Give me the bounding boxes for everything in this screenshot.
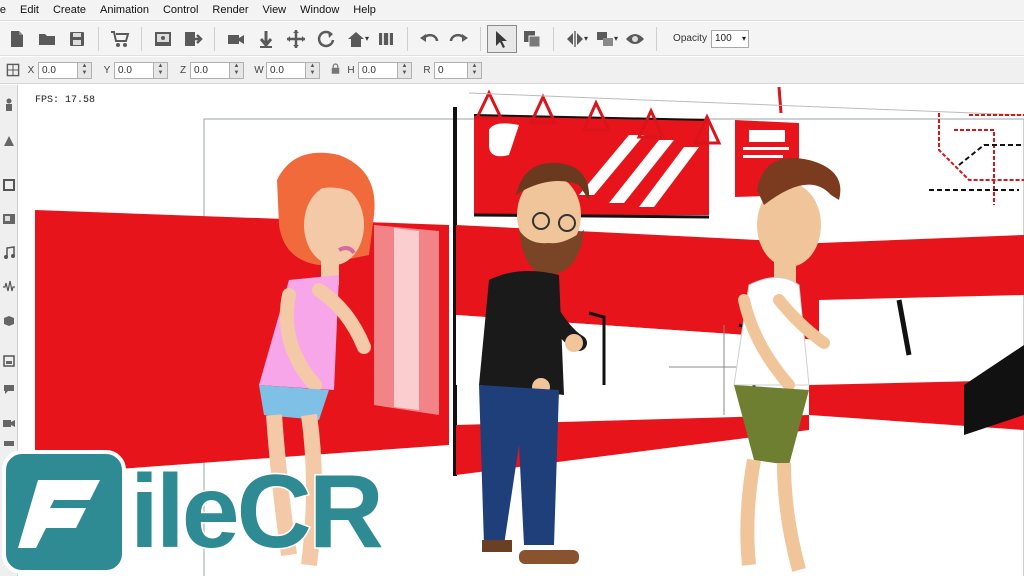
x-input[interactable]: 0.0: [38, 61, 78, 79]
field-x: X 0.0 ▲ ▼: [24, 61, 92, 79]
z-input[interactable]: 0.0: [190, 61, 230, 79]
character-icon[interactable]: [1, 97, 17, 113]
z-stepper[interactable]: ▲ ▼: [230, 61, 244, 79]
y-stepper[interactable]: ▲ ▼: [154, 61, 168, 79]
field-h-label: H: [347, 64, 355, 76]
chevron-down-icon[interactable]: ▾: [365, 34, 369, 43]
watermark-text: ileCR: [129, 454, 386, 570]
export-icon[interactable]: [178, 25, 208, 53]
field-r-label: R: [423, 64, 431, 76]
w-stepper[interactable]: ▲ ▼: [306, 61, 320, 79]
cart-icon[interactable]: [105, 25, 135, 53]
film-icon[interactable]: [371, 25, 401, 53]
field-x-label: X: [27, 64, 35, 76]
h-stepper[interactable]: ▲ ▼: [398, 61, 412, 79]
undo-icon[interactable]: [414, 25, 444, 53]
transform-bar: X 0.0 ▲ ▼ Y 0.0 ▲ ▼ Z 0.0 ▲ ▼ W 0.0 ▲ ▼ H 0.…: [0, 57, 1024, 84]
menu-bar: ile Edit Create Animation Control Render…: [0, 0, 1024, 21]
music-icon[interactable]: [1, 245, 17, 261]
h-input[interactable]: 0.0: [358, 61, 398, 79]
new-file-icon[interactable]: [2, 25, 32, 53]
camera-icon[interactable]: [221, 25, 251, 53]
y-input[interactable]: 0.0: [114, 61, 154, 79]
toolbar-separator: [407, 26, 409, 51]
field-z-label: Z: [179, 64, 187, 76]
field-y-label: Y: [103, 64, 111, 76]
eye-icon[interactable]: [620, 25, 650, 53]
menu-edit[interactable]: Edit: [13, 4, 46, 16]
menu-animation[interactable]: Animation: [93, 4, 156, 16]
grid-icon[interactable]: [2, 60, 24, 80]
menu-create[interactable]: Create: [46, 4, 93, 16]
scene-icon[interactable]: [148, 25, 178, 53]
menu-window[interactable]: Window: [293, 4, 346, 16]
move-down-icon[interactable]: [251, 25, 281, 53]
menu-file[interactable]: ile: [0, 4, 13, 16]
prop-icon[interactable]: [1, 133, 17, 149]
background-icon[interactable]: [1, 177, 17, 193]
bubble-icon[interactable]: [1, 381, 17, 397]
chevron-down-icon[interactable]: ▾: [614, 34, 618, 43]
effect-icon[interactable]: [1, 313, 17, 329]
field-w: W 0.0 ▲ ▼: [252, 61, 320, 79]
main-toolbar: ▾ ▾ ▾ Opacity 100 ▾: [0, 22, 1024, 56]
fps-counter: FPS: 17.58: [35, 95, 96, 106]
toolbar-separator: [141, 26, 142, 51]
opacity-select[interactable]: 100 ▾: [710, 29, 749, 48]
x-stepper[interactable]: ▲ ▼: [78, 61, 92, 79]
menu-control[interactable]: Control: [156, 4, 205, 16]
redo-icon[interactable]: [444, 25, 474, 53]
toolbar-separator: [98, 26, 99, 51]
field-w-label: W: [254, 64, 264, 76]
toolbar-separator: [656, 26, 658, 51]
move-icon[interactable]: [281, 25, 311, 53]
r-stepper[interactable]: ▲ ▼: [468, 61, 482, 79]
save-icon[interactable]: [62, 25, 92, 53]
field-z: Z 0.0 ▲ ▼: [176, 61, 244, 79]
r-input[interactable]: 0: [434, 61, 468, 79]
chevron-down-icon[interactable]: ▾: [584, 34, 588, 43]
rotate-icon[interactable]: [311, 25, 341, 53]
toolbar-separator: [480, 26, 482, 51]
watermark: ileCR: [0, 448, 470, 576]
lock-icon[interactable]: [328, 63, 342, 77]
young-man-character: [733, 158, 841, 572]
menu-help[interactable]: Help: [346, 4, 383, 16]
menu-render[interactable]: Render: [205, 4, 255, 16]
waveform-icon[interactable]: [1, 279, 17, 295]
chevron-down-icon: ▾: [741, 34, 746, 43]
toolbar-separator: [214, 26, 215, 51]
w-input[interactable]: 0.0: [266, 61, 306, 79]
camera-side-icon[interactable]: [1, 415, 17, 431]
opacity-value: 100: [714, 33, 732, 44]
field-y: Y 0.0 ▲ ▼: [100, 61, 168, 79]
open-folder-icon[interactable]: [32, 25, 62, 53]
field-h: H 0.0 ▲ ▼: [344, 61, 412, 79]
text-icon[interactable]: [1, 353, 17, 369]
menu-view[interactable]: View: [255, 4, 293, 16]
image-icon[interactable]: [1, 211, 17, 227]
select-arrow-icon[interactable]: [487, 24, 518, 53]
toolbar-separator: [553, 26, 555, 51]
duplicate-icon[interactable]: [517, 25, 547, 53]
filecr-logo-icon: [2, 450, 126, 574]
opacity-label: Opacity: [673, 33, 707, 44]
field-r: R 0 ▲ ▼: [420, 61, 482, 79]
